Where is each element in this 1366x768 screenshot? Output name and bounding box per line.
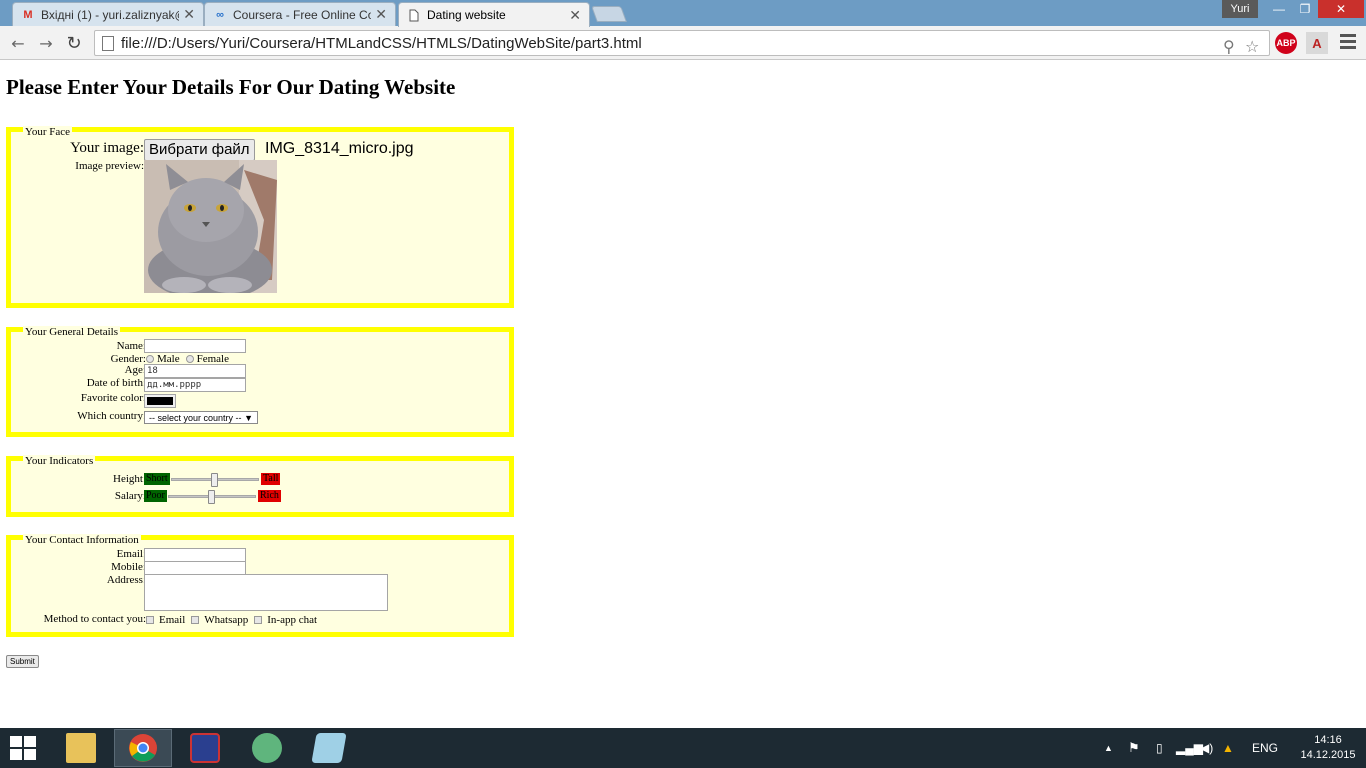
color-swatch-fill bbox=[147, 397, 173, 405]
color-picker[interactable] bbox=[144, 394, 176, 408]
salary-low-label: Poor bbox=[144, 490, 167, 502]
clock[interactable]: 14:16 14.12.2015 bbox=[1300, 733, 1356, 763]
fieldset-face: Your Face Your image: Вибрати файл IMG_8… bbox=[6, 126, 514, 308]
email-input[interactable] bbox=[144, 548, 246, 562]
close-tab-icon[interactable]: ✕ bbox=[375, 6, 387, 23]
windows-start-icon[interactable] bbox=[10, 736, 38, 760]
coursera-icon: ∞ bbox=[216, 8, 224, 21]
back-icon[interactable]: ← bbox=[6, 31, 30, 55]
file-name: IMG_8314_micro.jpg bbox=[265, 140, 414, 157]
forward-icon[interactable]: → bbox=[34, 31, 58, 55]
google-drive-icon[interactable]: ▲ bbox=[1222, 728, 1234, 768]
notepad-icon[interactable] bbox=[300, 729, 358, 767]
action-center-flag-icon[interactable]: ⚑ bbox=[1128, 728, 1140, 768]
country-select[interactable]: -- select your country -- ▼ bbox=[144, 411, 258, 424]
tab-title: Coursera - Free Online Cou bbox=[233, 7, 372, 22]
in-app-chat-method-label: In-app chat bbox=[267, 614, 318, 626]
dob-input[interactable]: дд.мм.рррр bbox=[144, 378, 246, 392]
page-title: Please Enter Your Details For Our Dating… bbox=[6, 75, 456, 99]
close-tab-icon[interactable]: ✕ bbox=[183, 6, 195, 23]
chrome-icon[interactable] bbox=[114, 729, 172, 767]
salary-high-label: Rich bbox=[258, 490, 281, 502]
new-tab-button[interactable] bbox=[591, 6, 627, 22]
close-tab-icon[interactable]: ✕ bbox=[569, 7, 581, 24]
browser-tabstrip: M Вхідні (1) - yuri.zaliznyak@ ✕ ∞ Cours… bbox=[0, 0, 1366, 27]
clock-time: 14:16 bbox=[1314, 734, 1342, 746]
restore-icon[interactable]: ❐ bbox=[1292, 0, 1318, 18]
minimize-icon[interactable]: — bbox=[1266, 0, 1292, 18]
profile-button[interactable]: Yuri bbox=[1222, 0, 1258, 18]
legend-face: Your Face bbox=[23, 126, 73, 138]
image-preview bbox=[144, 160, 277, 293]
address-textarea[interactable] bbox=[144, 574, 388, 611]
email-checkbox[interactable] bbox=[146, 616, 154, 624]
reload-icon[interactable]: ↻ bbox=[62, 31, 86, 55]
tab-coursera[interactable]: ∞ Coursera - Free Online Cou ✕ bbox=[204, 2, 396, 26]
image-label: Your image: bbox=[70, 140, 144, 156]
tab-title: Вхідні (1) - yuri.zaliznyak@ bbox=[41, 7, 180, 22]
age-label: Age: bbox=[124, 364, 146, 376]
color-label: Favorite color: bbox=[80, 392, 146, 404]
show-hidden-icons[interactable]: ▲ bbox=[1104, 728, 1113, 768]
mobile-label: Mobile: bbox=[111, 561, 146, 573]
browser-toolbar: ← → ↻ file:///D:/Users/Yuri/Coursera/HTM… bbox=[0, 26, 1366, 60]
tab-dating-website[interactable]: Dating website ✕ bbox=[398, 2, 590, 27]
email-label: Email: bbox=[116, 548, 146, 560]
bookmark-star-icon[interactable]: ☆ bbox=[1245, 37, 1259, 56]
salary-label: Salary: bbox=[114, 490, 146, 502]
name-label: Name: bbox=[116, 340, 146, 352]
legend-general-details: Your General Details bbox=[23, 326, 120, 338]
menu-icon[interactable] bbox=[1340, 34, 1356, 52]
url-text: file:///D:/Users/Yuri/Coursera/HTMLandCS… bbox=[121, 34, 642, 52]
volume-icon[interactable]: ◀) bbox=[1200, 728, 1213, 768]
save-disk-icon[interactable] bbox=[176, 729, 234, 767]
acrobat-icon[interactable]: A bbox=[1306, 32, 1328, 54]
email-method-label: Email bbox=[159, 614, 186, 626]
height-label: Height: bbox=[113, 473, 146, 485]
height-low-label: Short bbox=[144, 473, 170, 485]
fieldset-contact-information: Your Contact Information Email: Mobile: … bbox=[6, 534, 514, 637]
address-bar[interactable]: file:///D:/Users/Yuri/Coursera/HTMLandCS… bbox=[94, 30, 1270, 56]
dob-label: Date of birth: bbox=[86, 377, 146, 389]
zoom-icon[interactable]: ⚲ bbox=[1223, 37, 1235, 56]
choose-file-button[interactable]: Вибрати файл bbox=[144, 139, 255, 161]
in-app-chat-checkbox[interactable] bbox=[254, 616, 263, 624]
age-input[interactable]: 18 bbox=[144, 364, 246, 378]
height-high-label: Tall bbox=[261, 473, 281, 485]
legend-contact-information: Your Contact Information bbox=[23, 534, 141, 546]
mobile-input[interactable] bbox=[144, 561, 246, 575]
close-window-icon[interactable]: ✕ bbox=[1318, 0, 1364, 18]
male-radio[interactable] bbox=[146, 355, 154, 363]
fieldset-general-details: Your General Details Name: Gender: Male … bbox=[6, 326, 514, 437]
windows-taskbar: ▲ ⚑ ▯ ▂▄▆ ◀) ▲ ENG 14:16 14.12.2015 bbox=[0, 728, 1366, 768]
submit-button[interactable]: Submit bbox=[6, 655, 39, 668]
salary-slider-thumb[interactable] bbox=[208, 490, 215, 504]
tab-gmail[interactable]: M Вхідні (1) - yuri.zaliznyak@ ✕ bbox=[12, 2, 204, 26]
address-label: Address: bbox=[106, 574, 146, 586]
gmail-icon: M bbox=[23, 8, 33, 21]
female-radio[interactable] bbox=[185, 355, 194, 363]
signal-icon[interactable]: ▂▄▆ bbox=[1176, 728, 1203, 768]
tab-title: Dating website bbox=[427, 8, 506, 22]
whatsapp-checkbox[interactable] bbox=[191, 616, 200, 624]
preview-label: Image preview: bbox=[75, 160, 144, 172]
height-slider-thumb[interactable] bbox=[211, 473, 218, 487]
whatsapp-method-label: Whatsapp bbox=[204, 614, 249, 626]
page-icon bbox=[407, 8, 421, 22]
fieldset-indicators: Your Indicators Height: Short Tall Salar… bbox=[6, 455, 514, 517]
language-indicator[interactable]: ENG bbox=[1252, 728, 1278, 768]
clock-date: 14.12.2015 bbox=[1300, 749, 1356, 761]
battery-icon[interactable]: ▯ bbox=[1156, 728, 1163, 768]
country-label: Which country: bbox=[77, 410, 146, 422]
atom-editor-icon[interactable] bbox=[238, 729, 296, 767]
legend-indicators: Your Indicators bbox=[23, 455, 96, 467]
chevron-down-icon: ▼ bbox=[244, 412, 253, 423]
method-label: Method to contact you: bbox=[43, 613, 146, 625]
page-content: Please Enter Your Details For Our Dating… bbox=[0, 61, 1366, 728]
country-selected: -- select your country -- bbox=[149, 412, 242, 423]
name-input[interactable] bbox=[144, 339, 246, 353]
page-icon bbox=[102, 36, 114, 51]
file-explorer-icon[interactable] bbox=[52, 729, 110, 767]
adblock-plus-icon[interactable]: ABP bbox=[1275, 32, 1297, 54]
